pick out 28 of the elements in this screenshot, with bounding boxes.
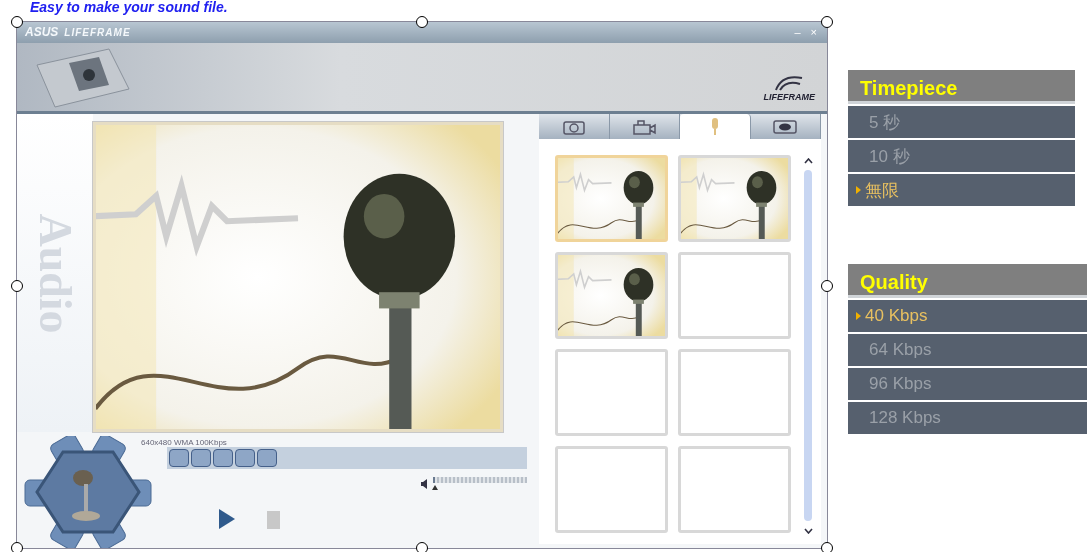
- eye-icon: [773, 118, 798, 135]
- menu-item[interactable]: 128 Kbps: [848, 402, 1087, 434]
- play-button[interactable]: [217, 507, 237, 531]
- menu-title: Timepiece: [848, 70, 1075, 104]
- scroll-up-icon[interactable]: [803, 155, 813, 166]
- speaker-icon: [420, 478, 430, 489]
- camera-icon: [562, 118, 585, 135]
- media-info: 640x480 WMA 100Kbps: [141, 438, 228, 447]
- menu-item[interactable]: 5 秒: [848, 106, 1075, 138]
- selection-handle[interactable]: [821, 16, 833, 28]
- menu-item[interactable]: 10 秒: [848, 140, 1075, 172]
- menu-item[interactable]: 96 Kbps: [848, 368, 1087, 400]
- selection-handle[interactable]: [416, 16, 428, 28]
- volume-slider[interactable]: [433, 477, 527, 490]
- window-title: LIFEFRAME: [64, 26, 131, 38]
- minimize-button[interactable]: –: [792, 26, 803, 39]
- video-camera-icon: [632, 118, 657, 135]
- brand-logo: ASUS: [25, 25, 59, 40]
- close-button[interactable]: ×: [808, 26, 819, 39]
- menu-item[interactable]: 40 Kbps: [848, 300, 1087, 332]
- product-logo: LIFEFRAME: [763, 91, 815, 102]
- menu-title: Quality: [848, 264, 1087, 298]
- headline: Easy to make your sound file.: [30, 0, 228, 15]
- menu-item[interactable]: 64 Kbps: [848, 334, 1087, 366]
- selection-handle[interactable]: [11, 16, 23, 28]
- scrollbar[interactable]: [804, 170, 812, 521]
- menu-item[interactable]: 無限: [848, 174, 1075, 206]
- selection-handle[interactable]: [11, 280, 23, 292]
